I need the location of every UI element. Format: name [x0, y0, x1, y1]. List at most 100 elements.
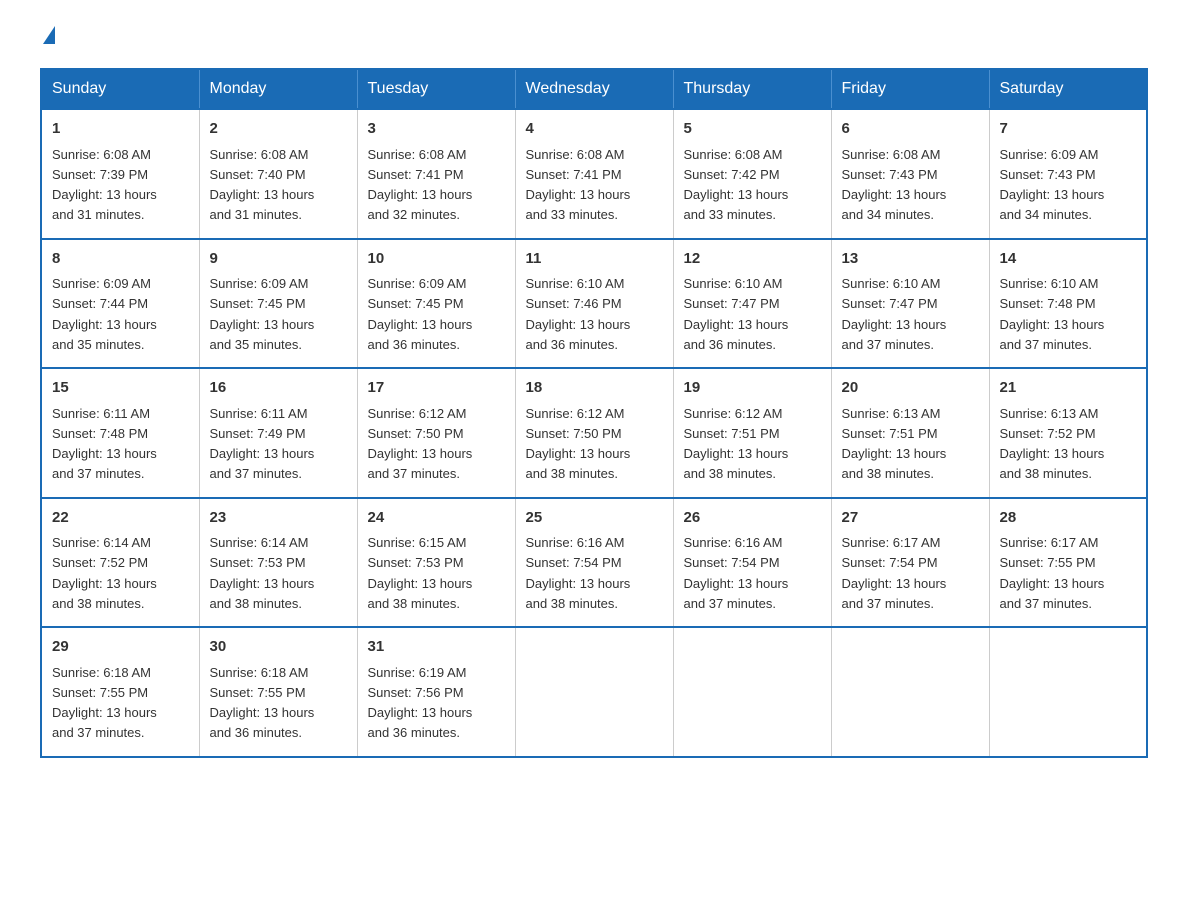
calendar-cell: 1 Sunrise: 6:08 AMSunset: 7:39 PMDayligh… [41, 109, 199, 239]
header-sunday: Sunday [41, 69, 199, 109]
day-info: Sunrise: 6:09 AMSunset: 7:45 PMDaylight:… [210, 276, 315, 352]
day-info: Sunrise: 6:08 AMSunset: 7:41 PMDaylight:… [526, 147, 631, 223]
day-number: 11 [526, 248, 663, 271]
day-number: 24 [368, 507, 505, 530]
calendar-cell [673, 627, 831, 757]
calendar-cell: 16 Sunrise: 6:11 AMSunset: 7:49 PMDaylig… [199, 368, 357, 498]
calendar-header: SundayMondayTuesdayWednesdayThursdayFrid… [41, 69, 1147, 109]
day-number: 12 [684, 248, 821, 271]
day-number: 5 [684, 118, 821, 141]
day-number: 2 [210, 118, 347, 141]
logo-triangle-icon [43, 26, 55, 44]
calendar-table: SundayMondayTuesdayWednesdayThursdayFrid… [40, 68, 1148, 758]
day-info: Sunrise: 6:08 AMSunset: 7:39 PMDaylight:… [52, 147, 157, 223]
calendar-cell: 13 Sunrise: 6:10 AMSunset: 7:47 PMDaylig… [831, 239, 989, 369]
day-number: 22 [52, 507, 189, 530]
header-row: SundayMondayTuesdayWednesdayThursdayFrid… [41, 69, 1147, 109]
calendar-cell: 4 Sunrise: 6:08 AMSunset: 7:41 PMDayligh… [515, 109, 673, 239]
day-info: Sunrise: 6:10 AMSunset: 7:48 PMDaylight:… [1000, 276, 1105, 352]
calendar-cell: 27 Sunrise: 6:17 AMSunset: 7:54 PMDaylig… [831, 498, 989, 628]
day-number: 26 [684, 507, 821, 530]
day-info: Sunrise: 6:08 AMSunset: 7:43 PMDaylight:… [842, 147, 947, 223]
week-row-2: 8 Sunrise: 6:09 AMSunset: 7:44 PMDayligh… [41, 239, 1147, 369]
day-info: Sunrise: 6:16 AMSunset: 7:54 PMDaylight:… [684, 535, 789, 611]
calendar-cell: 2 Sunrise: 6:08 AMSunset: 7:40 PMDayligh… [199, 109, 357, 239]
week-row-4: 22 Sunrise: 6:14 AMSunset: 7:52 PMDaylig… [41, 498, 1147, 628]
day-info: Sunrise: 6:11 AMSunset: 7:49 PMDaylight:… [210, 406, 315, 482]
header-wednesday: Wednesday [515, 69, 673, 109]
day-info: Sunrise: 6:16 AMSunset: 7:54 PMDaylight:… [526, 535, 631, 611]
week-row-3: 15 Sunrise: 6:11 AMSunset: 7:48 PMDaylig… [41, 368, 1147, 498]
day-info: Sunrise: 6:19 AMSunset: 7:56 PMDaylight:… [368, 665, 473, 741]
day-number: 30 [210, 636, 347, 659]
day-info: Sunrise: 6:17 AMSunset: 7:54 PMDaylight:… [842, 535, 947, 611]
day-number: 31 [368, 636, 505, 659]
calendar-cell: 5 Sunrise: 6:08 AMSunset: 7:42 PMDayligh… [673, 109, 831, 239]
day-info: Sunrise: 6:10 AMSunset: 7:47 PMDaylight:… [842, 276, 947, 352]
day-info: Sunrise: 6:18 AMSunset: 7:55 PMDaylight:… [52, 665, 157, 741]
calendar-cell: 7 Sunrise: 6:09 AMSunset: 7:43 PMDayligh… [989, 109, 1147, 239]
day-info: Sunrise: 6:09 AMSunset: 7:45 PMDaylight:… [368, 276, 473, 352]
calendar-cell: 6 Sunrise: 6:08 AMSunset: 7:43 PMDayligh… [831, 109, 989, 239]
header-tuesday: Tuesday [357, 69, 515, 109]
week-row-5: 29 Sunrise: 6:18 AMSunset: 7:55 PMDaylig… [41, 627, 1147, 757]
day-info: Sunrise: 6:12 AMSunset: 7:51 PMDaylight:… [684, 406, 789, 482]
day-number: 4 [526, 118, 663, 141]
calendar-cell: 10 Sunrise: 6:09 AMSunset: 7:45 PMDaylig… [357, 239, 515, 369]
day-info: Sunrise: 6:09 AMSunset: 7:43 PMDaylight:… [1000, 147, 1105, 223]
day-number: 14 [1000, 248, 1137, 271]
day-number: 1 [52, 118, 189, 141]
day-info: Sunrise: 6:08 AMSunset: 7:40 PMDaylight:… [210, 147, 315, 223]
day-number: 16 [210, 377, 347, 400]
calendar-cell: 11 Sunrise: 6:10 AMSunset: 7:46 PMDaylig… [515, 239, 673, 369]
day-info: Sunrise: 6:09 AMSunset: 7:44 PMDaylight:… [52, 276, 157, 352]
calendar-cell: 25 Sunrise: 6:16 AMSunset: 7:54 PMDaylig… [515, 498, 673, 628]
calendar-cell: 3 Sunrise: 6:08 AMSunset: 7:41 PMDayligh… [357, 109, 515, 239]
calendar-cell [831, 627, 989, 757]
calendar-cell: 8 Sunrise: 6:09 AMSunset: 7:44 PMDayligh… [41, 239, 199, 369]
day-number: 23 [210, 507, 347, 530]
calendar-cell: 18 Sunrise: 6:12 AMSunset: 7:50 PMDaylig… [515, 368, 673, 498]
calendar-cell: 28 Sunrise: 6:17 AMSunset: 7:55 PMDaylig… [989, 498, 1147, 628]
calendar-cell: 19 Sunrise: 6:12 AMSunset: 7:51 PMDaylig… [673, 368, 831, 498]
calendar-cell: 17 Sunrise: 6:12 AMSunset: 7:50 PMDaylig… [357, 368, 515, 498]
header-saturday: Saturday [989, 69, 1147, 109]
header-friday: Friday [831, 69, 989, 109]
day-info: Sunrise: 6:10 AMSunset: 7:47 PMDaylight:… [684, 276, 789, 352]
day-number: 3 [368, 118, 505, 141]
day-info: Sunrise: 6:13 AMSunset: 7:51 PMDaylight:… [842, 406, 947, 482]
day-info: Sunrise: 6:12 AMSunset: 7:50 PMDaylight:… [526, 406, 631, 482]
calendar-cell: 21 Sunrise: 6:13 AMSunset: 7:52 PMDaylig… [989, 368, 1147, 498]
calendar-cell: 29 Sunrise: 6:18 AMSunset: 7:55 PMDaylig… [41, 627, 199, 757]
calendar-cell: 23 Sunrise: 6:14 AMSunset: 7:53 PMDaylig… [199, 498, 357, 628]
calendar-cell [515, 627, 673, 757]
day-number: 17 [368, 377, 505, 400]
day-number: 29 [52, 636, 189, 659]
calendar-cell: 12 Sunrise: 6:10 AMSunset: 7:47 PMDaylig… [673, 239, 831, 369]
calendar-cell: 31 Sunrise: 6:19 AMSunset: 7:56 PMDaylig… [357, 627, 515, 757]
day-number: 27 [842, 507, 979, 530]
day-number: 20 [842, 377, 979, 400]
day-info: Sunrise: 6:08 AMSunset: 7:41 PMDaylight:… [368, 147, 473, 223]
header-monday: Monday [199, 69, 357, 109]
day-info: Sunrise: 6:12 AMSunset: 7:50 PMDaylight:… [368, 406, 473, 482]
calendar-cell: 14 Sunrise: 6:10 AMSunset: 7:48 PMDaylig… [989, 239, 1147, 369]
day-number: 10 [368, 248, 505, 271]
logo [40, 30, 55, 48]
calendar-body: 1 Sunrise: 6:08 AMSunset: 7:39 PMDayligh… [41, 109, 1147, 757]
calendar-cell: 30 Sunrise: 6:18 AMSunset: 7:55 PMDaylig… [199, 627, 357, 757]
day-info: Sunrise: 6:14 AMSunset: 7:53 PMDaylight:… [210, 535, 315, 611]
day-info: Sunrise: 6:18 AMSunset: 7:55 PMDaylight:… [210, 665, 315, 741]
day-number: 13 [842, 248, 979, 271]
calendar-cell: 15 Sunrise: 6:11 AMSunset: 7:48 PMDaylig… [41, 368, 199, 498]
day-number: 8 [52, 248, 189, 271]
day-info: Sunrise: 6:14 AMSunset: 7:52 PMDaylight:… [52, 535, 157, 611]
calendar-cell: 9 Sunrise: 6:09 AMSunset: 7:45 PMDayligh… [199, 239, 357, 369]
calendar-cell: 20 Sunrise: 6:13 AMSunset: 7:51 PMDaylig… [831, 368, 989, 498]
day-number: 28 [1000, 507, 1137, 530]
day-info: Sunrise: 6:08 AMSunset: 7:42 PMDaylight:… [684, 147, 789, 223]
day-info: Sunrise: 6:10 AMSunset: 7:46 PMDaylight:… [526, 276, 631, 352]
day-number: 21 [1000, 377, 1137, 400]
calendar-cell: 22 Sunrise: 6:14 AMSunset: 7:52 PMDaylig… [41, 498, 199, 628]
calendar-cell: 24 Sunrise: 6:15 AMSunset: 7:53 PMDaylig… [357, 498, 515, 628]
